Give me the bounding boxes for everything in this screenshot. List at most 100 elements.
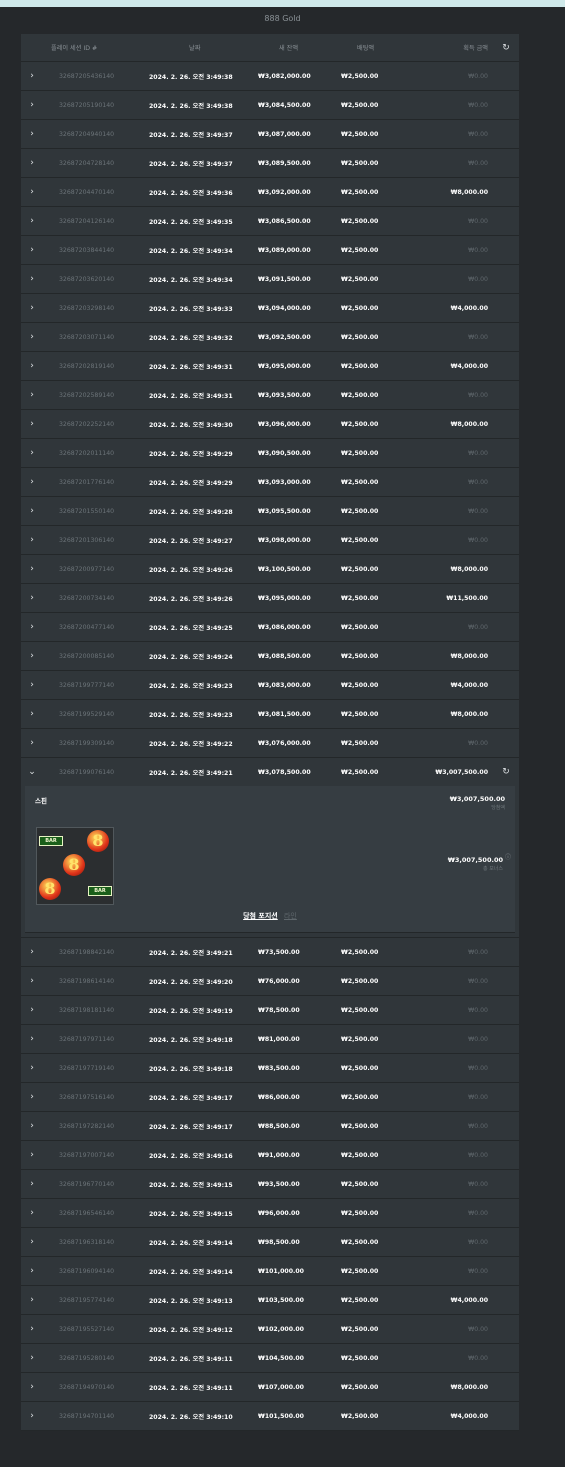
table-row[interactable]: › 32687202252140 2024. 2. 26. 오전 3:49:30 ₩3…	[21, 410, 519, 439]
table-row[interactable]: › 32687201306140 2024. 2. 26. 오전 3:49:27 ₩3…	[21, 526, 519, 555]
chevron-right-icon[interactable]: ›	[21, 947, 43, 957]
table-row[interactable]: › 32687204470140 2024. 2. 26. 오전 3:49:36 ₩3…	[21, 178, 519, 207]
info-icon[interactable]: ⓘ	[505, 852, 511, 861]
chevron-right-icon[interactable]: ›	[21, 477, 43, 487]
chevron-right-icon[interactable]: ›	[21, 448, 43, 458]
table-row[interactable]: › 32687199777140 2024. 2. 26. 오전 3:49:23 ₩3…	[21, 671, 519, 700]
table-row[interactable]: › 32687203620140 2024. 2. 26. 오전 3:49:34 ₩3…	[21, 265, 519, 294]
table-row-expanded[interactable]: ⌄ 32687199076140 2024. 2. 26. 오전 3:49:21…	[21, 758, 519, 786]
table-row[interactable]: › 32687204940140 2024. 2. 26. 오전 3:49:37 ₩3…	[21, 120, 519, 149]
table-row[interactable]: › 32687198181140 2024. 2. 26. 오전 3:49:19 ₩7…	[21, 996, 519, 1025]
chevron-right-icon[interactable]: ›	[21, 1092, 43, 1102]
chevron-right-icon[interactable]: ›	[21, 680, 43, 690]
chevron-right-icon[interactable]: ›	[21, 1353, 43, 1363]
table-row[interactable]: › 32687196546140 2024. 2. 26. 오전 3:49:15 ₩9…	[21, 1199, 519, 1228]
table-row[interactable]: › 32687205190140 2024. 2. 26. 오전 3:49:38 ₩3…	[21, 91, 519, 120]
table-row[interactable]: › 32687197282140 2024. 2. 26. 오전 3:49:17 ₩8…	[21, 1112, 519, 1141]
chevron-right-icon[interactable]: ›	[21, 976, 43, 986]
chevron-right-icon[interactable]: ›	[21, 245, 43, 255]
chevron-right-icon[interactable]: ›	[21, 1005, 43, 1015]
chevron-right-icon[interactable]: ›	[21, 1382, 43, 1392]
chevron-right-icon[interactable]: ›	[21, 1063, 43, 1073]
chevron-right-icon[interactable]: ›	[21, 1121, 43, 1131]
table-row[interactable]: › 32687197516140 2024. 2. 26. 오전 3:49:17 ₩8…	[21, 1083, 519, 1112]
chevron-right-icon[interactable]: ›	[21, 361, 43, 371]
table-row[interactable]: › 32687203071140 2024. 2. 26. 오전 3:49:32 ₩3…	[21, 323, 519, 352]
refresh-icon[interactable]: ↻	[493, 767, 519, 777]
chevron-right-icon[interactable]: ›	[21, 100, 43, 110]
chevron-right-icon[interactable]: ›	[21, 1034, 43, 1044]
table-row[interactable]: › 32687200477140 2024. 2. 26. 오전 3:49:25 ₩3…	[21, 613, 519, 642]
table-row[interactable]: › 32687199309140 2024. 2. 26. 오전 3:49:22 ₩3…	[21, 729, 519, 758]
table-row[interactable]: › 32687197719140 2024. 2. 26. 오전 3:49:18 ₩8…	[21, 1054, 519, 1083]
chevron-right-icon[interactable]: ›	[21, 1411, 43, 1421]
table-row[interactable]: › 32687205436140 2024. 2. 26. 오전 3:49:38 ₩3…	[21, 62, 519, 91]
table-row[interactable]: › 32687198842140 2024. 2. 26. 오전 3:49:21 ₩7…	[21, 938, 519, 967]
table-row[interactable]: › 32687200734140 2024. 2. 26. 오전 3:49:26 ₩3…	[21, 584, 519, 613]
table-row[interactable]: › 32687195774140 2024. 2. 26. 오전 3:49:13 ₩1…	[21, 1286, 519, 1315]
spin-win-label: 당첨액	[491, 805, 505, 811]
winning-positions-link[interactable]: 당첨 포지션	[243, 912, 278, 920]
chevron-right-icon[interactable]: ›	[21, 419, 43, 429]
chevron-right-icon[interactable]: ›	[21, 274, 43, 284]
lines-link[interactable]: 라인	[284, 912, 297, 920]
row-date: 2024. 2. 26. 오전 3:49:20	[149, 978, 233, 986]
table-row[interactable]: › 32687202589140 2024. 2. 26. 오전 3:49:31 ₩3…	[21, 381, 519, 410]
table-row[interactable]: › 32687202011140 2024. 2. 26. 오전 3:49:29 ₩3…	[21, 439, 519, 468]
row-balance: ₩104,500.00	[258, 1354, 304, 1362]
chevron-right-icon[interactable]: ›	[21, 303, 43, 313]
chevron-right-icon[interactable]: ›	[21, 1208, 43, 1218]
table-row[interactable]: › 32687200085140 2024. 2. 26. 오전 3:49:24 ₩3…	[21, 642, 519, 671]
row-bet: ₩2,500.00	[341, 623, 379, 631]
table-row[interactable]: › 32687194701140 2024. 2. 26. 오전 3:49:10 ₩1…	[21, 1402, 519, 1431]
chevron-right-icon[interactable]: ›	[21, 535, 43, 545]
chevron-right-icon[interactable]: ›	[21, 651, 43, 661]
table-row[interactable]: › 32687195527140 2024. 2. 26. 오전 3:49:12 ₩1…	[21, 1315, 519, 1344]
chevron-right-icon[interactable]: ›	[21, 1237, 43, 1247]
table-row[interactable]: › 32687197007140 2024. 2. 26. 오전 3:49:16 ₩9…	[21, 1141, 519, 1170]
table-row[interactable]: › 32687203844140 2024. 2. 26. 오전 3:49:34 ₩3…	[21, 236, 519, 265]
chevron-right-icon[interactable]: ›	[21, 71, 43, 81]
chevron-right-icon[interactable]: ›	[21, 1324, 43, 1334]
chevron-right-icon[interactable]: ›	[21, 738, 43, 748]
table-row[interactable]: › 32687201776140 2024. 2. 26. 오전 3:49:29 ₩3…	[21, 468, 519, 497]
chevron-right-icon[interactable]: ›	[21, 332, 43, 342]
chevron-right-icon[interactable]: ›	[21, 593, 43, 603]
row-date: 2024. 2. 26. 오전 3:49:31	[149, 363, 233, 371]
chevron-right-icon[interactable]: ›	[21, 158, 43, 168]
session-id: 32687199529140	[59, 710, 115, 718]
chevron-right-icon[interactable]: ›	[21, 622, 43, 632]
table-row[interactable]: › 32687196318140 2024. 2. 26. 오전 3:49:14 ₩9…	[21, 1228, 519, 1257]
chevron-right-icon[interactable]: ›	[21, 506, 43, 516]
table-row[interactable]: › 32687198614140 2024. 2. 26. 오전 3:49:20 ₩7…	[21, 967, 519, 996]
chevron-right-icon[interactable]: ›	[21, 1150, 43, 1160]
table-row[interactable]: › 32687196094140 2024. 2. 26. 오전 3:49:14 ₩1…	[21, 1257, 519, 1286]
chevron-right-icon[interactable]: ›	[21, 1266, 43, 1276]
table-row[interactable]: › 32687194970140 2024. 2. 26. 오전 3:49:11 ₩1…	[21, 1373, 519, 1402]
chevron-right-icon[interactable]: ›	[21, 709, 43, 719]
row-win: ₩0.00	[468, 1122, 488, 1130]
chevron-right-icon[interactable]: ›	[21, 1179, 43, 1189]
table-row[interactable]: › 32687204126140 2024. 2. 26. 오전 3:49:35 ₩3…	[21, 207, 519, 236]
table-row[interactable]: › 32687204728140 2024. 2. 26. 오전 3:49:37 ₩3…	[21, 149, 519, 178]
chevron-right-icon[interactable]: ›	[21, 390, 43, 400]
chevron-right-icon[interactable]: ›	[21, 216, 43, 226]
refresh-icon[interactable]: ↻	[493, 43, 519, 53]
table-row[interactable]: › 32687196770140 2024. 2. 26. 오전 3:49:15 ₩9…	[21, 1170, 519, 1199]
table-row[interactable]: › 32687201550140 2024. 2. 26. 오전 3:49:28 ₩3…	[21, 497, 519, 526]
chevron-right-icon[interactable]: ›	[21, 187, 43, 197]
row-win: ₩0.00	[468, 977, 488, 985]
chevron-down-icon[interactable]: ⌄	[21, 767, 43, 777]
row-bet: ₩2,500.00	[341, 1267, 379, 1275]
row-date: 2024. 2. 26. 오전 3:49:11	[149, 1355, 233, 1363]
chevron-right-icon[interactable]: ›	[21, 129, 43, 139]
table-row[interactable]: › 32687197971140 2024. 2. 26. 오전 3:49:18 ₩8…	[21, 1025, 519, 1054]
table-row[interactable]: › 32687200977140 2024. 2. 26. 오전 3:49:26 ₩3…	[21, 555, 519, 584]
chevron-right-icon[interactable]: ›	[21, 1295, 43, 1305]
table-row[interactable]: › 32687203298140 2024. 2. 26. 오전 3:49:33 ₩3…	[21, 294, 519, 323]
table-row[interactable]: › 32687195280140 2024. 2. 26. 오전 3:49:11 ₩1…	[21, 1344, 519, 1373]
table-row[interactable]: › 32687199529140 2024. 2. 26. 오전 3:49:23 ₩3…	[21, 700, 519, 729]
row-balance: ₩3,092,000.00	[258, 188, 311, 196]
table-row[interactable]: › 32687202819140 2024. 2. 26. 오전 3:49:31 ₩3…	[21, 352, 519, 381]
chevron-right-icon[interactable]: ›	[21, 564, 43, 574]
